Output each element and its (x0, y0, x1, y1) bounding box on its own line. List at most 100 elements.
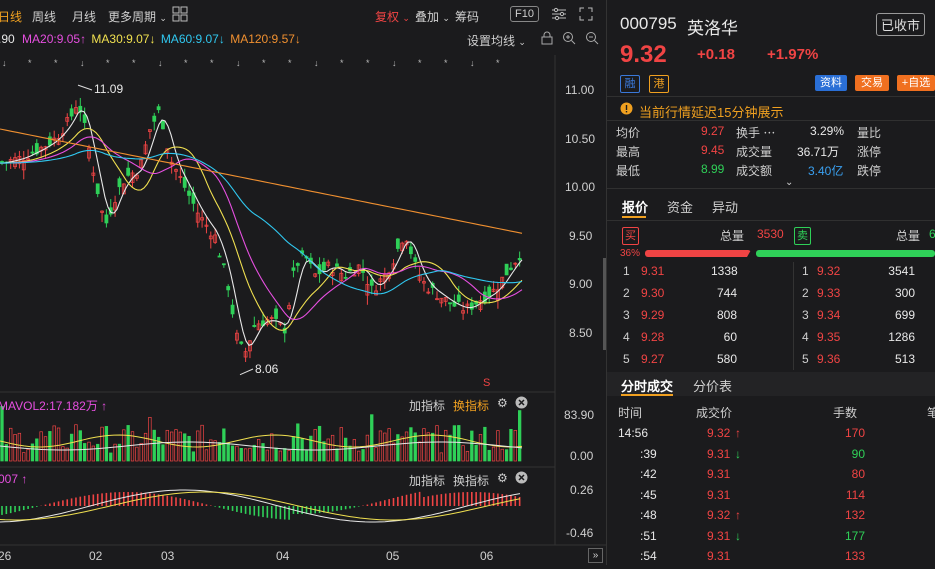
candle-body (161, 120, 165, 130)
candle-body (252, 325, 257, 327)
expand-chevron-icon[interactable]: ⌄ (785, 177, 793, 188)
volume-bar (104, 426, 109, 462)
volume-bar (513, 430, 517, 462)
info-button[interactable]: 资料 (815, 75, 847, 91)
date-tick: 02 (89, 549, 103, 563)
active-tab-indicator (622, 216, 646, 218)
kline-chart-pane[interactable]: 日线 周线 月线 更多周期 ⌄ 复权 ⌄ 叠加 ⌄ 筹码 F10 .90 MA2… (0, 0, 607, 565)
volume-bar (35, 438, 39, 462)
volume-bar (235, 445, 239, 462)
bid-row[interactable]: 4 9.28 60 (607, 330, 792, 349)
tab-ticks[interactable]: 分时成交 (621, 376, 673, 395)
close-icon[interactable] (515, 396, 528, 412)
tab-movement[interactable]: 异动 (712, 197, 738, 216)
volume-bar (56, 427, 61, 462)
volume-bar (322, 441, 326, 462)
tab-quote[interactable]: 报价 (622, 197, 648, 216)
sell-total-label: 总量 (896, 229, 921, 243)
divider (793, 262, 794, 370)
event-marker: * (54, 58, 58, 68)
ask-row[interactable]: 4 9.35 1286 (795, 330, 935, 349)
volume-bar (274, 447, 278, 462)
info-circle-icon: ⋯ (763, 126, 776, 140)
candle-body (221, 263, 226, 266)
switch-indicator-button[interactable]: 换指标 (453, 397, 489, 414)
candle-body (517, 258, 522, 261)
stat-label: 跌停 (857, 164, 882, 178)
stat-value: 36.71万 (797, 145, 840, 159)
candle-body (82, 114, 87, 123)
volume-bar (465, 451, 470, 462)
volume-bar (122, 429, 126, 462)
tab-fund[interactable]: 资金 (667, 197, 693, 216)
last-price: 9.32 (620, 41, 667, 68)
ask-row[interactable]: 2 9.33 300 (795, 286, 935, 305)
active-tab-indicator (621, 394, 673, 396)
volume-bar (239, 447, 243, 462)
tab-price-distribution[interactable]: 分价表 (693, 376, 732, 395)
divider (607, 96, 935, 97)
switch-indicator-button[interactable]: 换指标 (453, 472, 489, 489)
quote-pane: 000795 英洛华 已收市 9.32 +0.18 +1.97% 融 港 资料 … (607, 0, 935, 565)
volume-bar (313, 429, 317, 462)
volume-bar (43, 436, 48, 462)
scroll-right-icon[interactable]: » (588, 548, 603, 563)
volume-bar (22, 452, 26, 462)
volume-bar (431, 432, 435, 462)
tick-row: :45 9.31 114 (640, 487, 865, 502)
close-icon[interactable] (515, 471, 528, 487)
stat-value: 3.29% (810, 124, 845, 138)
candle-body (395, 238, 400, 249)
gear-icon[interactable]: ⚙ (497, 471, 508, 485)
candle-body (187, 190, 191, 196)
ask-row[interactable]: 5 9.36 513 (795, 352, 935, 371)
bid-row[interactable]: 2 9.30 744 (607, 286, 792, 305)
bid-row[interactable]: 3 9.29 808 (607, 308, 792, 327)
ma30-line (0, 127, 523, 331)
volume-bar (335, 448, 339, 462)
volume-bar (361, 449, 365, 462)
bid-row[interactable]: 5 9.27 580 (607, 352, 792, 371)
volume-bar (230, 445, 235, 462)
ask-row[interactable]: 1 9.32 3541 (795, 264, 935, 283)
volume-bar (200, 424, 204, 462)
tick-row: :42 9.31 80 (640, 467, 865, 481)
add-watchlist-button[interactable]: +自选 (897, 75, 935, 91)
add-indicator-button[interactable]: 加指标 (409, 397, 445, 414)
candle-body (230, 304, 235, 315)
price-tick: 9.50 (569, 229, 593, 243)
volume-bar (96, 443, 100, 462)
volume-bar (330, 434, 335, 462)
stat-label: 量比 (857, 126, 882, 140)
event-marker: * (106, 58, 110, 68)
volume-bar (391, 442, 396, 462)
volume-bar (452, 425, 457, 462)
volume-bar (478, 434, 483, 462)
price-tick: 9.00 (569, 277, 593, 291)
volume-bar (422, 428, 426, 462)
volume-bar (413, 432, 417, 462)
candle-body (369, 279, 374, 286)
delay-notice: 当前行情延迟15分钟展示 (639, 105, 784, 120)
high-leader-line (77, 84, 93, 91)
volume-bar (404, 431, 409, 462)
volume-bar (139, 442, 143, 462)
volume-axis-bottom: 0.00 (570, 449, 594, 463)
volume-bar (491, 446, 496, 462)
ask-row[interactable]: 3 9.34 699 (795, 308, 935, 327)
event-marker: * (340, 58, 344, 68)
divider (607, 120, 935, 121)
trade-button[interactable]: 交易 (855, 75, 889, 91)
add-indicator-button[interactable]: 加指标 (409, 472, 445, 489)
volume-bar (204, 449, 209, 462)
ticks-header-price: 成交价 (696, 406, 733, 420)
macd-axis-top: 0.26 (570, 483, 594, 497)
price-tick: 8.50 (569, 326, 593, 340)
candle-body (343, 276, 348, 279)
bid-row[interactable]: 1 9.31 1338 (607, 264, 792, 283)
price-tick: 10.00 (565, 180, 596, 194)
volume-bar (165, 429, 169, 462)
gear-icon[interactable]: ⚙ (497, 396, 508, 410)
stat-value: 9.45 (701, 143, 725, 157)
sell-total-value: 6 (929, 227, 935, 241)
